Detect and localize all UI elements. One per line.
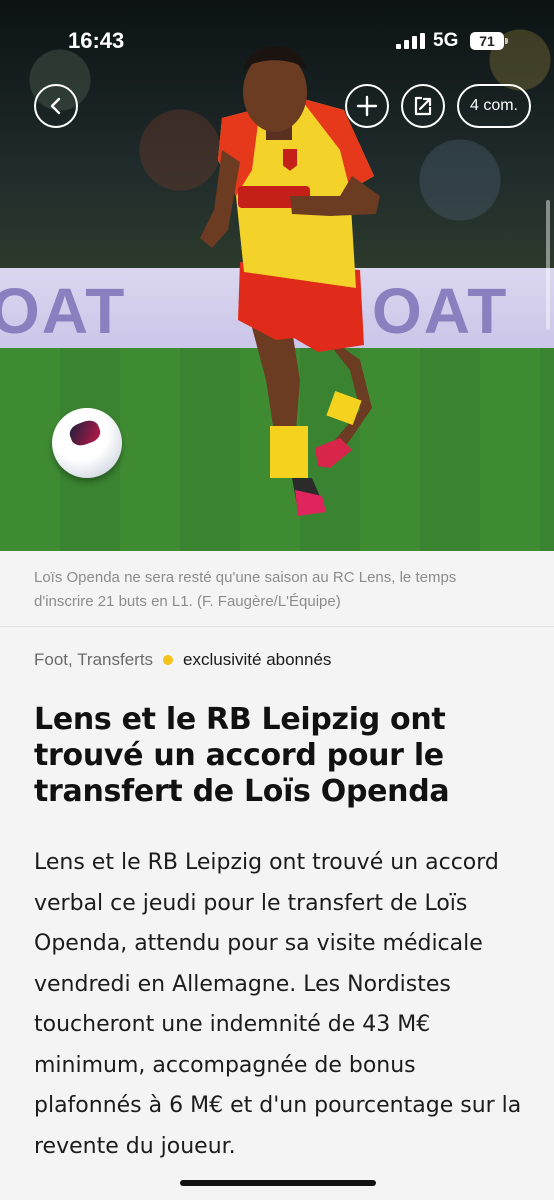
add-button[interactable] <box>345 84 389 128</box>
share-icon <box>414 96 432 116</box>
article-title: Lens et le RB Leipzig ont trouvé un acco… <box>34 702 450 809</box>
article-meta: Foot, Transferts exclusivité abonnés <box>34 650 331 670</box>
article-lead: Lens et le RB Leipzig ont trouvé un acco… <box>34 850 522 1159</box>
premium-badge: exclusivité abonnés <box>183 650 332 669</box>
comments-button[interactable]: 4 com. <box>457 84 531 128</box>
chevron-left-icon <box>50 97 61 115</box>
premium-dot-icon <box>163 655 174 665</box>
status-bar: 16:43 5G 71 <box>0 0 554 80</box>
plus-icon <box>356 95 378 117</box>
network-type: 5G <box>433 30 459 51</box>
scroll-indicator <box>546 200 550 330</box>
category-link[interactable]: Foot, Transferts <box>34 650 153 670</box>
photo-caption: Loïs Openda ne sera resté qu'une saison … <box>34 569 457 610</box>
hero-photo: OAT OAT <box>0 0 554 551</box>
back-button[interactable] <box>34 84 78 128</box>
divider <box>0 626 554 627</box>
article-screen: OAT OAT 16:43 5G 71 4 com. Loïs Openda n… <box>0 0 554 1200</box>
home-indicator[interactable] <box>180 1180 376 1186</box>
battery-icon: 71 <box>470 32 508 50</box>
share-button[interactable] <box>401 84 445 128</box>
football <box>52 408 122 478</box>
signal-icon <box>396 33 425 49</box>
status-time: 16:43 <box>68 28 125 53</box>
